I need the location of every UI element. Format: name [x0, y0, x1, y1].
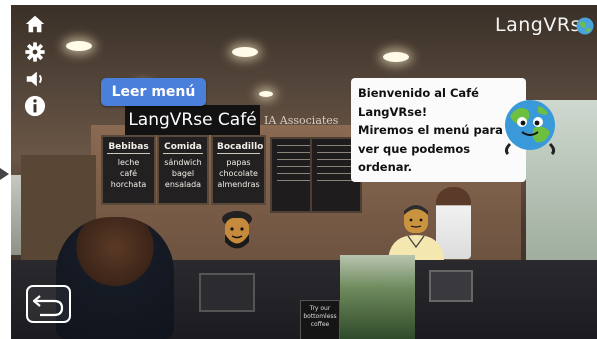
dialog-line: Bienvenido al Café [358, 86, 479, 100]
ceiling-light [66, 41, 92, 51]
ceiling-light [383, 52, 409, 62]
read-menu-button[interactable]: Leer menú [101, 78, 206, 106]
menu-item: papas [226, 158, 251, 167]
pastry-display [340, 255, 415, 339]
pos-terminal [429, 270, 473, 302]
back-button[interactable] [26, 285, 71, 323]
settings-icon[interactable] [24, 41, 46, 63]
barista-avatar-right [388, 205, 444, 260]
globe-logo-icon [576, 17, 594, 35]
menu-board-heading: Comida [163, 142, 203, 154]
menu-item: horchata [110, 180, 147, 189]
promo-sign: Try our bottomless coffee [300, 300, 340, 339]
menu-board-food: Comida sándwich bagel ensalada [157, 135, 209, 205]
dialog-line: ver que podemos [358, 141, 471, 156]
dialog-line: Miremos el menú para [358, 123, 503, 137]
menu-board-drinks: Bebibas leche café horchata [101, 135, 156, 205]
undo-arrow-icon [32, 295, 64, 317]
menu-item: almendras [217, 180, 260, 189]
menu-item: chocolate [219, 169, 258, 178]
menu-item: leche [117, 158, 140, 167]
menu-board-heading: Bocadillo [217, 142, 264, 154]
vr-viewport: Bebibas leche café horchata Comida sándw… [0, 0, 597, 339]
ceiling-light [259, 91, 273, 97]
side-panel-toggle[interactable] [0, 168, 9, 180]
dialog-line: LangVRse! [358, 104, 428, 119]
info-icon[interactable] [24, 95, 46, 117]
menu-item: ensalada [164, 180, 202, 189]
cash-register [199, 273, 255, 312]
dialog-line: ordenar. [358, 160, 412, 174]
customer-silhouette [56, 217, 174, 339]
ceiling-light [232, 47, 258, 57]
menu-item: sándwich [164, 158, 202, 167]
menu-board-snacks: Bocadillo papas chocolate almendras [211, 135, 266, 205]
cafe-title-sign: LangVRse Café [125, 105, 260, 135]
globe-mascot-avatar [504, 100, 556, 156]
menu-item: bagel [171, 169, 195, 178]
home-icon[interactable] [24, 13, 46, 35]
menu-item: café [119, 169, 138, 178]
barista-avatar-left [222, 211, 252, 249]
wall-sign: IA Associates [264, 114, 339, 127]
volume-icon[interactable] [24, 68, 46, 90]
menu-board-heading: Bebibas [107, 142, 150, 154]
